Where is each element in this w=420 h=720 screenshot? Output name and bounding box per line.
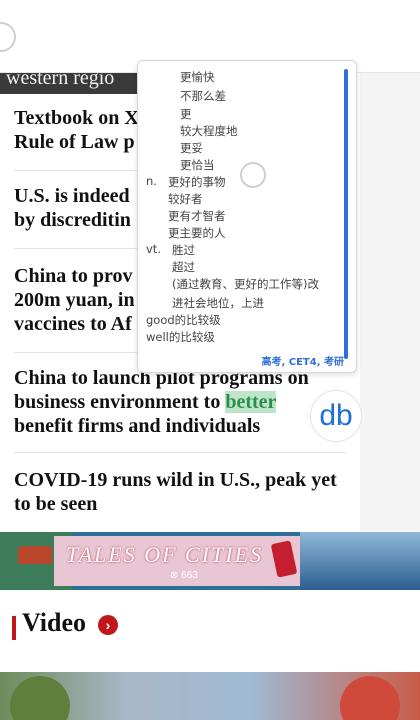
- thumbnail-tree: [10, 676, 70, 720]
- banner-skyline-image: [300, 532, 420, 590]
- news-headline-line: COVID-19 runs wild in U.S., peak yet: [14, 469, 337, 491]
- definition-line: 超过: [172, 260, 195, 274]
- definition-line: 更有才智者: [168, 209, 226, 223]
- divider: [14, 452, 347, 453]
- right-gutter: [360, 72, 420, 532]
- back-circle-icon[interactable]: [0, 22, 16, 52]
- thumbnail-tree: [340, 676, 400, 720]
- news-item-covid[interactable]: COVID-19 runs wild in U.S., peak yet to …: [14, 468, 349, 516]
- popup-scrollbar[interactable]: [344, 69, 348, 359]
- definition-line: 更: [180, 107, 192, 121]
- definition-line: 不那么差: [180, 89, 226, 103]
- part-of-speech-verb: vt.: [146, 242, 161, 256]
- comparative-note: well的比较级: [146, 330, 215, 344]
- video-thumbnail[interactable]: [0, 672, 420, 720]
- section-accent-bar: [12, 616, 16, 640]
- banner-logo: ⊗ 663: [170, 570, 198, 581]
- news-headline-line: business environment to better: [14, 391, 277, 413]
- tales-of-cities-banner[interactable]: TALES OF CITIES ⊗ 663: [0, 532, 420, 590]
- highlighted-word[interactable]: better: [225, 391, 277, 413]
- dictionary-button[interactable]: db: [310, 390, 362, 442]
- definition-line: 更主要的人: [168, 226, 226, 240]
- banner-title: TALES OF CITIES: [66, 542, 264, 567]
- definition-line: 较大程度地: [180, 124, 238, 138]
- definition-line: 更恰当: [180, 158, 215, 172]
- definition-line: 较好者: [168, 192, 203, 206]
- loading-circle-icon: [240, 162, 266, 188]
- section-title-video[interactable]: Video: [22, 608, 86, 638]
- video-section: Video ›: [0, 590, 420, 672]
- comparative-note: good的比较级: [146, 313, 221, 327]
- definition-line: 更愉快: [180, 70, 215, 84]
- definition-line: (通过教育、更好的工作等)改: [172, 277, 319, 291]
- dictionary-popup: 更愉快 不那么差 更 较大程度地 更妥 更恰当 n. 更好的事物 较好者 更有才…: [137, 60, 357, 373]
- definition-line: 更好的事物: [168, 175, 226, 189]
- part-of-speech-noun: n.: [146, 174, 157, 188]
- news-headline-line: benefit firms and individuals: [14, 415, 261, 437]
- definition-line: 胜过: [172, 243, 195, 257]
- news-headline-line: to be seen: [14, 493, 98, 515]
- definition-line: 更妥: [180, 141, 203, 155]
- exam-tags: 高考, CET4, 考研: [261, 357, 344, 368]
- definition-line: 进社会地位，上进: [172, 296, 264, 310]
- news-item-pilot-programs[interactable]: China to launch pilot programs on busine…: [14, 366, 349, 438]
- chevron-right-icon[interactable]: ›: [98, 615, 118, 635]
